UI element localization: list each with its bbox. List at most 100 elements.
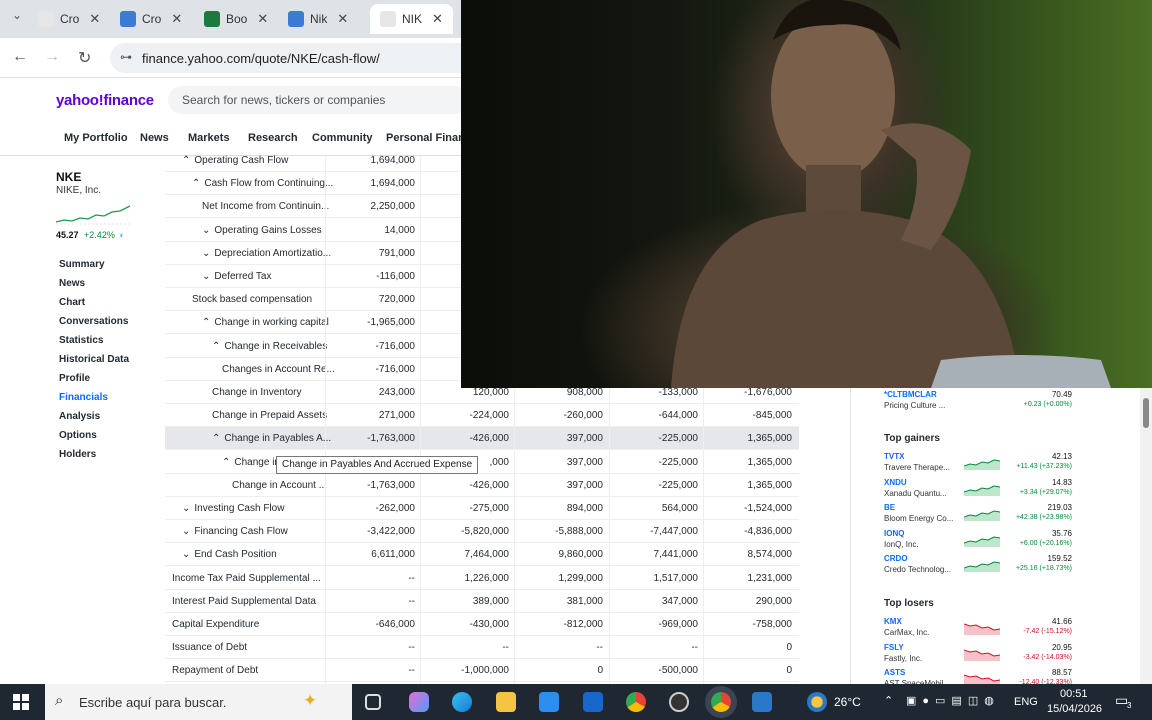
sidebar-item-options[interactable]: Options [59,430,97,441]
clock-time[interactable]: 00:51 [1060,688,1088,700]
row-label[interactable]: Change in Inventory [212,387,302,398]
sidebar-item-holders[interactable]: Holders [59,449,96,460]
expand-chevron-icon[interactable]: ⌄ [182,549,190,560]
search-input[interactable]: Search for news, tickers or companies [168,86,468,114]
chrome-active-icon[interactable] [711,692,731,712]
tray-chevron-icon[interactable]: ⌃ [884,694,893,707]
scrollbar-thumb[interactable] [1143,398,1149,428]
tab-close-icon[interactable]: ✕ [257,11,268,27]
expand-chevron-icon[interactable]: ⌄ [202,271,210,282]
row-label[interactable]: Income Tax Paid Supplemental ... [172,573,321,584]
reload-icon[interactable]: ↻ [78,48,91,68]
clock-date[interactable]: 15/04/2026 [1047,703,1102,715]
sidebar-item-news[interactable]: News [59,278,85,289]
row-label[interactable]: ⌃ Operating Cash Flow [182,155,288,166]
collapse-chevron-icon[interactable]: ⌃ [202,317,210,328]
sidebar-item-summary[interactable]: Summary [59,259,105,270]
mover-item[interactable]: KMX CarMax, Inc. 41.66 -7.42 (-15.12%) [884,617,1072,641]
expand-chevron-icon[interactable]: ⌄ [182,503,190,514]
row-label[interactable]: ⌃ Change in working capital [202,317,329,328]
back-arrow-icon[interactable]: ← [12,48,28,66]
row-label[interactable]: Capital Expenditure [172,619,259,630]
expand-chevron-icon[interactable]: ⌄ [202,225,210,236]
row-label[interactable]: ⌄ Depreciation Amortizatio... [202,248,331,259]
obs-icon[interactable] [669,692,689,712]
expand-chevron-icon[interactable]: ⌄ [202,248,210,259]
tab-close-icon[interactable]: ✕ [432,11,443,27]
collapse-chevron-icon[interactable]: ⌃ [212,341,220,352]
collapse-chevron-icon[interactable]: ⌃ [192,178,200,189]
row-label[interactable]: ⌄ Investing Cash Flow [182,503,284,514]
row-label[interactable]: Repayment of Debt [172,665,258,676]
browser-tab[interactable]: Boo ✕ [204,4,268,34]
row-label[interactable]: Interest Paid Supplemental Data [172,596,316,607]
mover-item[interactable]: TVTX Travere Therape... 42.13 +11.43 (+37.2… [884,452,1072,476]
mover-top-item[interactable]: *CLTBMCLAR Pricing Culture ... 70.49 +0.… [884,390,1072,414]
mover-item[interactable]: BE Bloom Energy Co... 219.03 +42.38 (+23.98… [884,503,1072,527]
sidebar-item-chart[interactable]: Chart [59,297,85,308]
tab-close-icon[interactable]: ✕ [337,11,348,27]
site-info-icon[interactable]: ⊶ [120,50,132,64]
row-label[interactable]: Changes in Account Re... [222,364,335,375]
edge-icon[interactable] [452,692,472,712]
row-label[interactable]: Change in Prepaid Assets [212,410,327,421]
sidebar-item-analysis[interactable]: Analysis [59,411,100,422]
collapse-chevron-icon[interactable]: ⌃ [222,457,230,468]
weather-icon[interactable] [807,692,827,712]
expand-chevron-icon[interactable]: ⌄ [182,526,190,537]
mover-item[interactable]: IONQ IonQ, Inc. 35.76 +6.00 (+20.16%) [884,529,1072,553]
copilot-icon[interactable] [409,692,429,712]
tab-list-chevron-icon[interactable]: ⌄ [12,8,22,22]
nav-research[interactable]: Research [248,132,298,144]
row-label[interactable]: ⌃ Change in Payables A... [212,433,331,444]
taskbar-search[interactable]: ⌕ Escribe aquí para buscar. ✦ [45,684,352,720]
store-icon[interactable] [539,692,559,712]
browser-tab[interactable]: Nik ✕ [288,4,348,34]
row-label[interactable]: ⌄ Financing Cash Flow [182,526,288,537]
collapse-chevron-icon[interactable]: ⌃ [182,155,190,166]
windows-start-icon[interactable] [13,694,29,710]
nav-news[interactable]: News [140,132,169,144]
row-label[interactable]: Issuance of Debt [172,642,247,653]
mover-item[interactable]: CRDO Credo Technolog... 159.52 +25.16 (+18.… [884,554,1072,578]
row-label[interactable]: ⌄ End Cash Position [182,549,277,560]
task-view-icon[interactable] [365,694,381,710]
page-scrollbar[interactable] [1140,388,1152,684]
chrome-icon[interactable] [626,692,646,712]
windows-taskbar: ⌕ Escribe aquí para buscar. ✦ 26°C ⌃ ▣●▭… [0,684,1152,720]
tab-close-icon[interactable]: ✕ [89,11,100,27]
mover-item[interactable]: FSLY Fastly, Inc. 20.95 -3.42 (-14.03%) [884,643,1072,667]
nav-my-portfolio[interactable]: My Portfolio [64,132,128,144]
tab-close-icon[interactable]: ✕ [171,11,182,27]
row-label[interactable]: ⌄ Operating Gains Losses [202,225,322,236]
mover-item[interactable]: XNDU Xanadu Quantu... 14.83 +3.34 (+29.07%) [884,478,1072,502]
top-losers-title[interactable]: Top losers [884,598,934,609]
sidebar-item-financials[interactable]: Financials [59,392,108,403]
sidebar-item-profile[interactable]: Profile [59,373,90,384]
nav-markets[interactable]: Markets [188,132,230,144]
outlook-icon[interactable] [583,692,603,712]
collapse-chevron-icon[interactable]: ⌃ [212,433,220,444]
row-label[interactable]: ⌄ Deferred Tax [202,271,271,282]
browser-tab[interactable]: Cro ✕ [120,4,182,34]
row-label[interactable]: Net Income from Continuin... [202,201,329,212]
top-gainers-title[interactable]: Top gainers [884,433,940,444]
yahoo-finance-logo[interactable]: yahoo!finance [56,92,154,109]
row-label[interactable]: Stock based compensation [192,294,312,305]
tray-system-icons[interactable]: ▣●▭▤◫◍ [906,694,1000,707]
browser-tab[interactable]: Cro ✕ [38,4,100,34]
browser-tab[interactable]: NIK ✕ [370,4,453,34]
sidebar-item-statistics[interactable]: Statistics [59,335,103,346]
row-label[interactable]: ⌃ Change in Receivables [212,341,327,352]
sidebar-item-historical-data[interactable]: Historical Data [59,354,129,365]
cell-value: 1,365,000 [747,456,793,468]
language-indicator[interactable]: ENG [1014,696,1038,708]
file-explorer-icon[interactable] [496,692,516,712]
sidebar-item-conversations[interactable]: Conversations [59,316,128,327]
nav-community[interactable]: Community [312,132,373,144]
weather-temp[interactable]: 26°C [834,695,861,709]
row-label[interactable]: Change in Account ... [232,480,327,491]
row-label[interactable]: ⌃ Cash Flow from Continuing... [192,178,333,189]
app-icon[interactable] [752,692,772,712]
forward-arrow-icon[interactable]: → [44,48,60,66]
